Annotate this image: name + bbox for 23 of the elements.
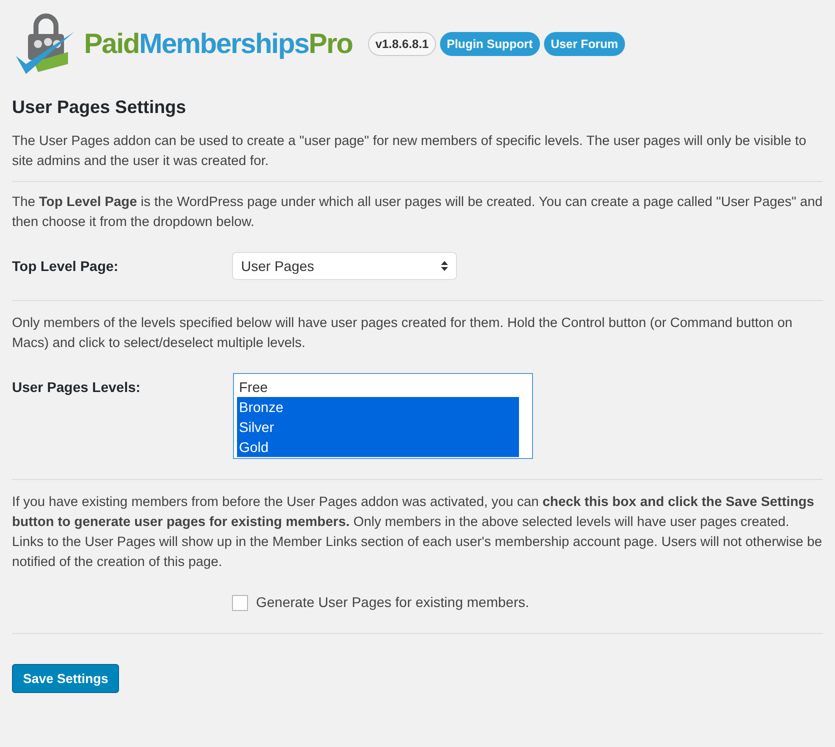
intro-text: The User Pages addon can be used to create a "user page" for new members of specific levels. The user pages will only be visible to site admins and the user it was created for. xyxy=(12,132,808,170)
version-badge: v1.8.6.8.1 xyxy=(368,32,436,56)
field-label: User Pages Levels: xyxy=(12,378,142,397)
checkbox-label: Generate User Pages for existing members. xyxy=(256,593,530,612)
top-level-description: The Top Level Page is the WordPress page under which all user pages will be created. You can create a page called "User Pages" and then choose it from the dropdown below. xyxy=(12,193,823,231)
level-option[interactable]: Free xyxy=(237,377,519,397)
levels-listbox[interactable]: Free Bronze Silver Gold xyxy=(233,373,533,459)
page-title: User Pages Settings xyxy=(12,96,188,119)
level-option[interactable]: Silver xyxy=(237,417,519,437)
existing-members-description: If you have existing members from before the User Pages addon was activated, you can check this box and click the Save Settings button to generate user pages for existing members. Only members in the above selected levels will have user pages created. Links to the User Pages will show up in the Member Links section of each user's membership account page. Users will not otherwise be notified of the creation of this page. xyxy=(12,493,823,571)
header-link[interactable]: User Forum xyxy=(544,32,626,56)
top-level-page-select[interactable]: User Pages xyxy=(232,252,457,280)
level-option[interactable]: Bronze xyxy=(237,397,519,417)
generate-checkbox[interactable] xyxy=(232,594,248,610)
logo-text: Paid xyxy=(84,28,140,59)
logo-text: Pro xyxy=(308,28,352,59)
header-link[interactable]: Plugin Support xyxy=(440,32,540,56)
levels-description: Only members of the levels specified below will have user pages created for them. Hold the Control button (or Command button on Macs) and click to select/deselect multiple levels. xyxy=(12,314,794,352)
logo-text: Memberships xyxy=(139,28,309,59)
save-settings-button[interactable]: Save Settings xyxy=(12,664,120,693)
level-option[interactable]: Gold xyxy=(237,437,519,457)
select-arrows-icon xyxy=(441,261,448,271)
field-label: Top Level Page: xyxy=(12,256,120,276)
